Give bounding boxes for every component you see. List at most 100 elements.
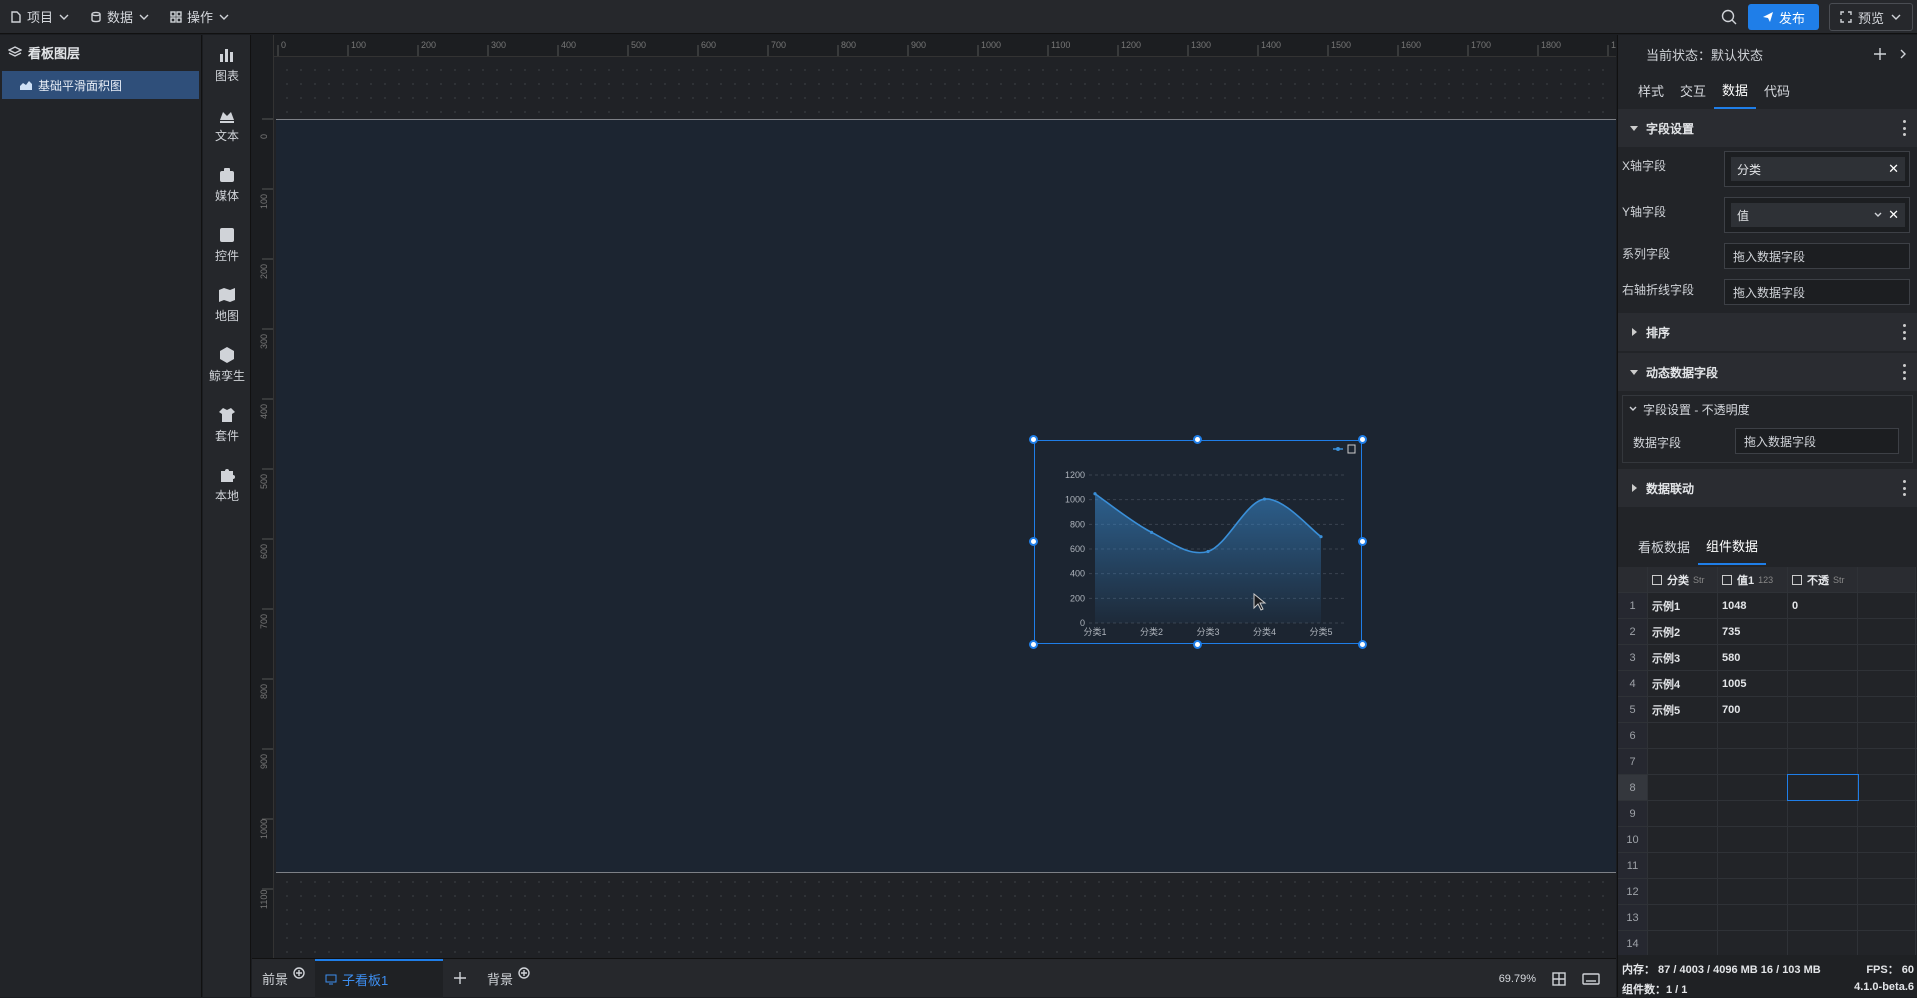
tab-data[interactable]: 数据: [1714, 72, 1757, 109]
tool-control[interactable]: 控件: [203, 215, 251, 275]
checkbox[interactable]: [1792, 574, 1802, 585]
table-cell[interactable]: [1648, 801, 1718, 826]
chevron-down-icon[interactable]: [1873, 210, 1883, 220]
opacity-group-header[interactable]: 字段设置 - 不透明度: [1623, 396, 1912, 422]
table-cell[interactable]: [1648, 827, 1718, 852]
table-cell[interactable]: 示例4: [1648, 671, 1718, 696]
table-cell[interactable]: 示例5: [1648, 697, 1718, 722]
table-cell[interactable]: [1718, 853, 1788, 878]
table-cell[interactable]: [1718, 827, 1788, 852]
column-header[interactable]: 分类 Str: [1648, 567, 1718, 592]
table-cell[interactable]: [1788, 905, 1858, 930]
add-board-button[interactable]: [443, 959, 477, 998]
series-field-dropzone[interactable]: 拖入数据字段: [1724, 243, 1910, 269]
table-cell[interactable]: [1858, 671, 1916, 696]
y-field-chip[interactable]: 值 ✕: [1731, 203, 1905, 227]
table-cell[interactable]: [1718, 905, 1788, 930]
tab-component-data[interactable]: 组件数据: [1698, 528, 1767, 565]
section-sort[interactable]: 排序: [1618, 313, 1917, 351]
data-field-dropzone[interactable]: 拖入数据字段: [1735, 428, 1899, 454]
more-icon[interactable]: [1903, 364, 1907, 380]
table-cell[interactable]: 1005: [1718, 671, 1788, 696]
table-cell[interactable]: 示例1: [1648, 593, 1718, 618]
x-field-chip[interactable]: 分类 ✕: [1731, 157, 1905, 181]
table-cell[interactable]: 示例3: [1648, 645, 1718, 670]
table-cell[interactable]: [1788, 879, 1858, 904]
table-cell[interactable]: [1858, 619, 1916, 644]
table-cell[interactable]: [1648, 723, 1718, 748]
checkbox[interactable]: [1722, 574, 1732, 585]
table-cell[interactable]: [1788, 697, 1858, 722]
tool-chart[interactable]: 图表: [203, 35, 251, 95]
table-cell[interactable]: 0: [1788, 593, 1858, 618]
table-cell[interactable]: 735: [1718, 619, 1788, 644]
table-cell[interactable]: [1858, 905, 1916, 930]
more-icon[interactable]: [1903, 120, 1907, 136]
table-cell[interactable]: [1648, 879, 1718, 904]
preview-button[interactable]: 预览: [1828, 3, 1913, 31]
close-icon[interactable]: ✕: [1888, 207, 1899, 223]
column-header[interactable]: 不透 Str: [1788, 567, 1858, 592]
table-cell[interactable]: [1788, 671, 1858, 696]
table-cell[interactable]: [1858, 645, 1916, 670]
table-cell[interactable]: [1648, 931, 1718, 956]
y-field-dropzone[interactable]: 值 ✕: [1724, 197, 1910, 233]
table-cell[interactable]: [1858, 749, 1916, 774]
plus-icon[interactable]: [1873, 47, 1887, 61]
table-cell[interactable]: [1858, 593, 1916, 618]
zoom-level[interactable]: 69.79%: [1499, 973, 1536, 985]
table-cell[interactable]: [1858, 931, 1916, 956]
table-cell[interactable]: [1858, 879, 1916, 904]
resize-handle-b[interactable]: [1193, 640, 1202, 649]
x-field-dropzone[interactable]: 分类 ✕: [1724, 151, 1910, 187]
resize-handle-tr[interactable]: [1358, 435, 1367, 444]
checkbox[interactable]: [1652, 574, 1662, 585]
table-cell[interactable]: [1648, 749, 1718, 774]
section-dynamic-fields[interactable]: 动态数据字段: [1618, 353, 1917, 391]
table-cell[interactable]: [1788, 931, 1858, 956]
table-cell[interactable]: [1787, 774, 1859, 801]
resize-handle-br[interactable]: [1358, 640, 1367, 649]
resize-handle-l[interactable]: [1029, 537, 1038, 546]
selected-chart-component[interactable]: 0 200 400 600 800 1000 1200 分类1 分类2 分类3 分类4 分类5: [1029, 435, 1367, 649]
table-cell[interactable]: [1788, 645, 1858, 670]
table-cell[interactable]: [1788, 827, 1858, 852]
resize-handle-tl[interactable]: [1029, 435, 1038, 444]
table-cell[interactable]: [1788, 619, 1858, 644]
table-cell[interactable]: [1718, 879, 1788, 904]
table-cell[interactable]: [1718, 775, 1788, 800]
tool-map[interactable]: 地图: [203, 275, 251, 335]
publish-button[interactable]: 发布: [1747, 4, 1819, 30]
table-cell[interactable]: [1858, 827, 1916, 852]
table-cell[interactable]: [1858, 801, 1916, 826]
table-cell[interactable]: [1858, 853, 1916, 878]
table-cell[interactable]: [1788, 749, 1858, 774]
table-cell[interactable]: [1788, 723, 1858, 748]
chevron-right-icon[interactable]: [1899, 49, 1907, 59]
tool-kit[interactable]: 套件: [203, 395, 251, 455]
menu-data[interactable]: 数据: [80, 0, 160, 34]
tool-text[interactable]: 文本: [203, 95, 251, 155]
right-line-field-dropzone[interactable]: 拖入数据字段: [1724, 279, 1910, 305]
menu-project[interactable]: 项目: [0, 0, 80, 34]
more-icon[interactable]: [1903, 480, 1907, 496]
tab-interaction[interactable]: 交互: [1672, 73, 1714, 108]
table-cell[interactable]: [1858, 723, 1916, 748]
canvas-area[interactable]: 0 100 200 300 400 500 600 700 800 900 1000 1100 1200…: [252, 35, 1616, 958]
table-cell[interactable]: [1648, 775, 1718, 800]
table-cell[interactable]: [1788, 853, 1858, 878]
section-field-settings[interactable]: 字段设置: [1618, 109, 1917, 147]
layer-item[interactable]: 基础平滑面积图: [2, 71, 199, 99]
table-cell[interactable]: 1048: [1718, 593, 1788, 618]
close-icon[interactable]: ✕: [1888, 161, 1899, 177]
column-header[interactable]: 值1 123: [1718, 567, 1788, 592]
table-cell[interactable]: [1718, 723, 1788, 748]
table-cell[interactable]: [1858, 697, 1916, 722]
keyboard-icon[interactable]: [1582, 972, 1600, 985]
tool-local[interactable]: 本地: [203, 455, 251, 515]
tab-sub-board[interactable]: 子看板1: [315, 958, 444, 998]
dashboard-board[interactable]: [276, 119, 1616, 873]
tab-board-data[interactable]: 看板数据: [1630, 529, 1698, 564]
tab-background[interactable]: 背景: [477, 959, 540, 998]
tool-media[interactable]: 媒体: [203, 155, 251, 215]
